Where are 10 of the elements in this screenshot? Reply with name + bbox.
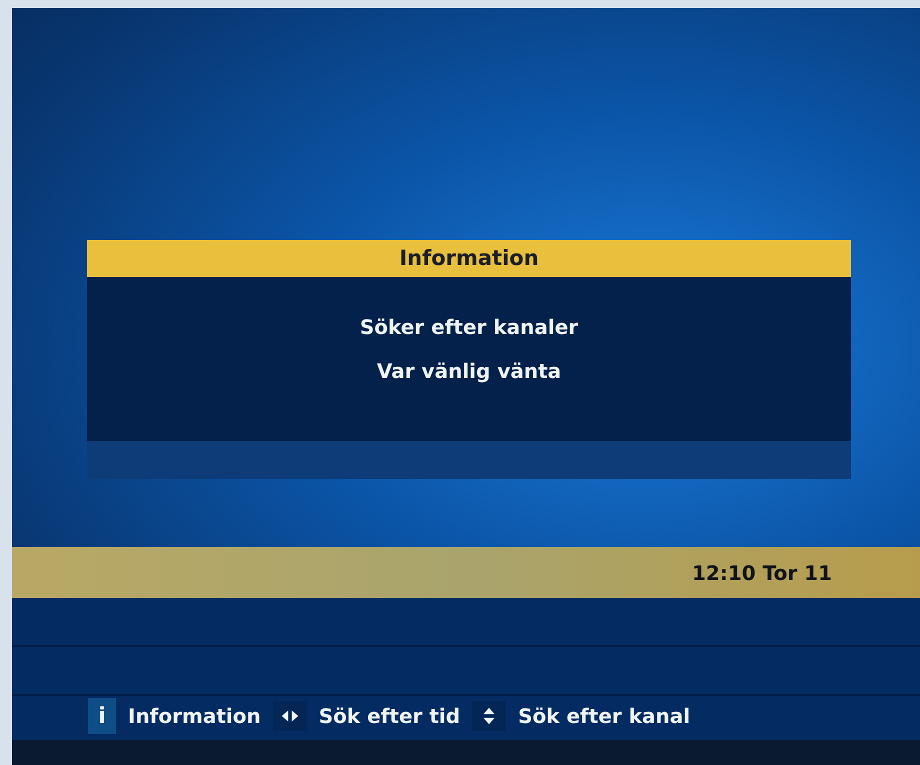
up-down-arrows-icon: [472, 701, 506, 731]
dialog-title: Information: [87, 240, 851, 277]
hint-label: Information: [128, 703, 261, 730]
hint-label: Sök efter kanal: [518, 703, 690, 730]
hint-label: Sök efter tid: [318, 703, 460, 730]
clock-text: 12:10 Tor 11: [692, 560, 832, 586]
info-key-icon: i: [88, 698, 116, 734]
message-text: Söker efter kanaler: [360, 314, 578, 341]
left-right-arrows-icon: [272, 701, 307, 731]
message-text: Var vänlig vänta: [376, 358, 562, 385]
